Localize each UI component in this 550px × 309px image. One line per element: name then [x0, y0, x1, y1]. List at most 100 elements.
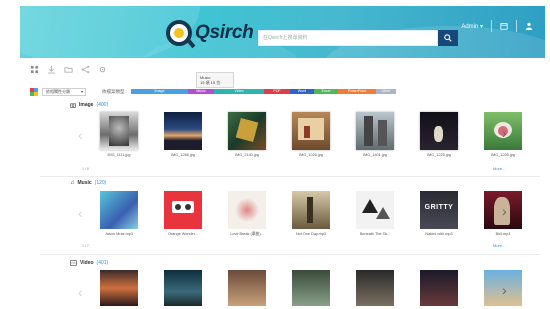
video-section-count: (401) [96, 260, 109, 266]
video-result-item[interactable] [88, 270, 150, 306]
music-next-arrow[interactable]: › [502, 203, 507, 219]
video-result-item[interactable] [280, 270, 342, 306]
search-input[interactable]: 在Qsirch上搜尋資料 [258, 30, 438, 46]
image-section-title: Image [79, 102, 94, 108]
file-type-pill-video[interactable]: Video [214, 89, 265, 94]
image-page-indicator: 1 / 8 [82, 167, 89, 171]
video-thumbnail[interactable] [292, 270, 330, 306]
image-thumbnail[interactable] [292, 112, 330, 150]
image-file-name: IMG_1111.jpg [107, 153, 131, 157]
search-icon [444, 34, 452, 42]
image-result-item[interactable]: IMG_1401.jpg [344, 112, 406, 172]
settings-icon[interactable] [98, 65, 107, 74]
sort-dropdown[interactable]: 依相關性分類 ▾ [42, 87, 86, 96]
file-type-pill-excel[interactable]: Excel [314, 89, 339, 94]
file-type-pill-image[interactable]: Image [131, 89, 189, 94]
video-thumbnail[interactable] [228, 270, 266, 306]
image-result-item[interactable]: IMG_1111.jpg [88, 112, 150, 172]
video-thumbnail[interactable] [100, 270, 138, 306]
file-type-pills: Image Music Video PDF Word Excel PowerPoint Oth… [131, 89, 397, 94]
grid-view-icon[interactable] [30, 65, 39, 74]
image-thumbnail[interactable] [164, 112, 202, 150]
music-note-icon: ♫ [70, 180, 75, 186]
person-icon[interactable] [525, 22, 533, 30]
download-icon[interactable] [47, 65, 56, 74]
music-section-title: Music [77, 180, 92, 186]
header-divider [491, 20, 492, 32]
image-thumbnail[interactable] [100, 112, 138, 150]
film-icon [70, 260, 77, 266]
search-bar: 在Qsirch上搜尋資料 [258, 30, 458, 46]
color-palette-icon [30, 87, 38, 96]
image-more-link[interactable]: More... [493, 166, 505, 171]
music-result-item[interactable]: GRITTY Naked with.mp3 [408, 191, 470, 251]
image-thumbnail[interactable] [228, 112, 266, 150]
image-result-item[interactable]: IMG_2140.jpg [216, 112, 278, 172]
music-results-row: Jason Mraz.mp3 Orange Wonder... Love Break… [88, 191, 543, 251]
qsirch-app: Qsirch 在Qsirch上搜尋資料 Admin ▾ Music 15 項 1… [0, 0, 550, 309]
music-thumbnail[interactable] [164, 191, 202, 229]
filter-bar: 依相關性分類 ▾ 依檔案類型 : Image Music Video PDF Word E… [30, 86, 536, 97]
image-file-name: IMG_1205.jpg [491, 153, 515, 157]
image-section-header[interactable]: Image (400) [70, 102, 108, 108]
music-thumbnail[interactable]: GRITTY [420, 191, 458, 229]
music-result-item[interactable]: Not One Day.mp3 [280, 191, 342, 251]
video-thumbnail[interactable] [164, 270, 202, 306]
qsirch-logo[interactable]: Qsirch [166, 19, 254, 49]
file-type-pill-word[interactable]: Word [290, 89, 315, 94]
video-results-row [88, 270, 543, 306]
gritty-cover-text: GRITTY [424, 204, 454, 211]
image-file-name: IMG_1401.jpg [363, 153, 387, 157]
magnifier-logo-icon [166, 20, 196, 49]
music-result-item[interactable]: Love Break (單曲)... [216, 191, 278, 251]
image-result-item[interactable]: IMG_1266.jpg [152, 112, 214, 172]
music-result-item[interactable]: Jason Mraz.mp3 [88, 191, 150, 251]
video-result-item[interactable] [152, 270, 214, 306]
music-file-name: Jason Mraz.mp3 [104, 232, 134, 236]
music-file-name: Bull.mp3 [495, 232, 511, 236]
image-result-item[interactable]: IMG_1205.jpg [472, 112, 534, 172]
music-file-name: Not One Day.mp3 [295, 232, 327, 236]
music-file-name: Orange Wonder... [168, 232, 198, 236]
image-prev-arrow[interactable]: ‹ [78, 127, 83, 143]
music-section-header[interactable]: ♫ Music (120) [70, 180, 106, 186]
search-button[interactable] [438, 30, 458, 46]
video-prev-arrow[interactable]: ‹ [78, 284, 83, 300]
music-result-item[interactable]: Beneath The Sk... [344, 191, 406, 251]
image-result-item[interactable]: IMG_1225.jpg [408, 112, 470, 172]
section-divider [40, 254, 540, 255]
image-next-arrow[interactable]: › [502, 125, 507, 141]
folder-icon[interactable] [64, 65, 73, 74]
music-file-name: Love Break (單曲)... [230, 232, 264, 236]
video-section-header[interactable]: Video (401) [70, 260, 108, 266]
music-result-item[interactable]: Orange Wonder... [152, 191, 214, 251]
video-next-arrow[interactable]: › [502, 282, 507, 298]
music-result-item[interactable]: Bull.mp3 [472, 191, 534, 251]
video-result-item[interactable] [216, 270, 278, 306]
chevron-down-icon: ▾ [80, 88, 83, 94]
video-thumbnail[interactable] [356, 270, 394, 306]
video-thumbnail[interactable] [420, 270, 458, 306]
image-thumbnail[interactable] [420, 112, 458, 150]
image-result-item[interactable]: IMG_1026.jpg [280, 112, 342, 172]
logo-text: Qsirch [195, 22, 254, 43]
video-result-item[interactable] [344, 270, 406, 306]
header-actions: Admin ▾ [461, 20, 533, 32]
image-thumbnail[interactable] [356, 112, 394, 150]
section-divider [40, 176, 540, 177]
file-type-pill-pdf[interactable]: PDF [264, 89, 291, 94]
file-type-pill-music[interactable]: Music [188, 89, 215, 94]
music-prev-arrow[interactable]: ‹ [78, 205, 83, 221]
music-thumbnail[interactable] [356, 191, 394, 229]
share-icon[interactable] [81, 65, 90, 74]
video-result-item[interactable] [408, 270, 470, 306]
image-section-count: (400) [96, 102, 109, 108]
music-thumbnail[interactable] [100, 191, 138, 229]
file-type-pill-powerpoint[interactable]: PowerPoint [338, 89, 377, 94]
music-more-link[interactable]: More... [493, 243, 505, 248]
music-thumbnail[interactable] [228, 191, 266, 229]
user-menu[interactable]: Admin ▾ [461, 23, 483, 30]
file-type-pill-other[interactable]: Other [376, 89, 397, 94]
music-thumbnail[interactable] [292, 191, 330, 229]
window-icon[interactable] [500, 22, 508, 30]
